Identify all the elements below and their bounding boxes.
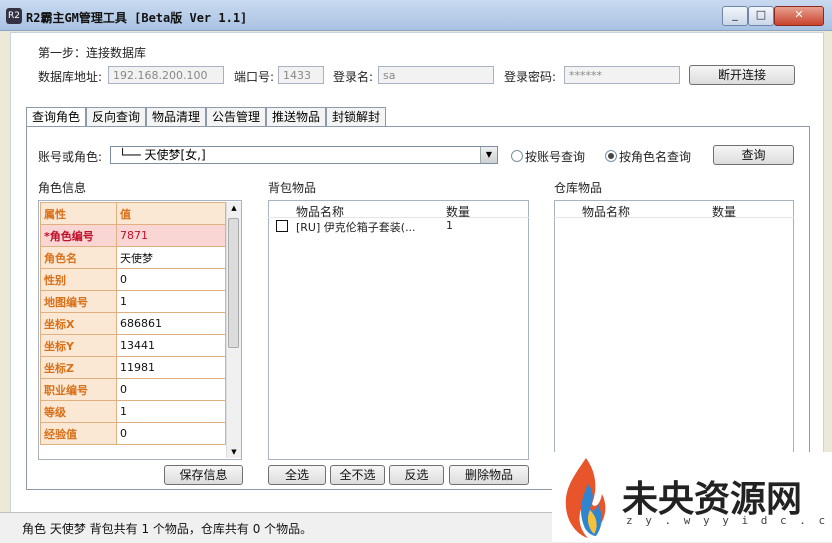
column-header-value: 值: [116, 202, 226, 225]
step1-heading: 第一步：连接数据库: [38, 46, 147, 60]
property-value[interactable]: 13441: [116, 334, 226, 357]
title-bar[interactable]: R2 R2霸主GM管理工具 [Beta版 Ver 1.1] _ □ ✕: [0, 0, 832, 31]
property-key: 坐标X: [40, 312, 117, 335]
table-row[interactable]: 职业编号 0: [40, 378, 226, 401]
tab-announcement[interactable]: 公告管理: [206, 107, 266, 126]
close-icon: ✕: [794, 8, 804, 21]
app-icon: R2: [6, 8, 22, 24]
combo-value: └── 天使梦[女,]: [119, 148, 206, 162]
tab-ban-unban[interactable]: 封锁解封: [326, 107, 386, 126]
scroll-down-icon[interactable]: ▼: [227, 446, 241, 458]
role-property-table: 属性 值 *角色编号 7871 角色名 天使梦 性别 0 地图编号 1 坐标X …: [40, 202, 226, 445]
property-key: 职业编号: [40, 378, 117, 401]
table-row[interactable]: 经验值 0: [40, 422, 226, 445]
port-label: 端口号:: [234, 70, 275, 84]
table-row[interactable]: 地图编号 1: [40, 290, 226, 313]
property-key: 角色名: [40, 246, 117, 269]
db-address-input[interactable]: 192.168.200.100: [108, 66, 224, 84]
scrollbar-thumb[interactable]: [228, 218, 239, 348]
radio-by-role[interactable]: [605, 150, 617, 162]
property-key: 经验值: [40, 422, 117, 445]
delete-items-button[interactable]: 删除物品: [449, 465, 529, 485]
table-row[interactable]: 坐标X 686861: [40, 312, 226, 335]
account-role-combo[interactable]: └── 天使梦[女,] ▼: [110, 146, 498, 164]
disconnect-button[interactable]: 断开连接: [689, 65, 795, 85]
backpack-list: [268, 200, 529, 460]
property-value[interactable]: 1: [116, 400, 226, 423]
scroll-up-icon[interactable]: ▲: [227, 202, 241, 214]
property-value[interactable]: 1: [116, 290, 226, 313]
watermark-logo: 未央资源网 z y . w y y i d c . c n: [552, 452, 832, 542]
table-row[interactable]: *角色编号 7871: [40, 224, 226, 247]
warehouse-title: 仓库物品: [554, 181, 603, 195]
warehouse-list: [554, 200, 794, 460]
property-value[interactable]: 0: [116, 378, 226, 401]
property-key: 坐标Y: [40, 334, 117, 357]
password-input[interactable]: ******: [564, 66, 680, 84]
table-row[interactable]: 角色名 天使梦: [40, 246, 226, 269]
tab-reverse-query[interactable]: 反向查询: [86, 107, 146, 126]
table-row[interactable]: 坐标Z 11981: [40, 356, 226, 379]
column-header-attribute: 属性: [40, 202, 117, 225]
property-key: 地图编号: [40, 290, 117, 313]
login-name-input[interactable]: sa: [378, 66, 494, 84]
query-button[interactable]: 查询: [713, 145, 794, 165]
property-value[interactable]: 0: [116, 268, 226, 291]
table-row[interactable]: 性别 0: [40, 268, 226, 291]
db-address-label: 数据库地址:: [38, 70, 103, 84]
property-key: 性别: [40, 268, 117, 291]
radio-by-account[interactable]: [511, 150, 523, 162]
password-label: 登录密码:: [504, 70, 557, 84]
property-value[interactable]: 0: [116, 422, 226, 445]
list-header-divider: [268, 217, 529, 218]
table-row[interactable]: 等级 1: [40, 400, 226, 423]
minimize-icon: _: [732, 8, 738, 21]
chevron-down-icon[interactable]: ▼: [480, 147, 497, 163]
save-info-button[interactable]: 保存信息: [164, 465, 243, 485]
close-button[interactable]: ✕: [774, 6, 824, 26]
item-checkbox[interactable]: [276, 220, 288, 232]
property-value[interactable]: 7871: [116, 224, 226, 247]
flame-logo-icon: [565, 458, 606, 538]
property-value[interactable]: 11981: [116, 356, 226, 379]
role-table-scrollbar[interactable]: ▲ ▼: [226, 202, 241, 458]
property-value[interactable]: 686861: [116, 312, 226, 335]
radio-by-role-label[interactable]: 按角色名查询: [619, 148, 691, 165]
maximize-icon: □: [755, 8, 767, 21]
backpack-title: 背包物品: [268, 181, 317, 195]
login-name-label: 登录名:: [333, 70, 374, 84]
maximize-button[interactable]: □: [748, 6, 774, 26]
minimize-button[interactable]: _: [722, 6, 748, 26]
account-or-role-label: 账号或角色:: [38, 150, 103, 164]
table-header-row: 属性 值: [40, 202, 226, 225]
property-key: 坐标Z: [40, 356, 117, 379]
list-header-divider: [554, 217, 794, 218]
port-input[interactable]: 1433: [278, 66, 324, 84]
property-value[interactable]: 天使梦: [116, 246, 226, 269]
table-row[interactable]: 坐标Y 13441: [40, 334, 226, 357]
tab-query-role[interactable]: 查询角色: [26, 107, 86, 127]
select-all-button[interactable]: 全选: [268, 465, 326, 485]
property-key: *角色编号: [40, 224, 117, 247]
tab-push-items[interactable]: 推送物品: [266, 107, 326, 126]
radio-by-account-label[interactable]: 按账号查询: [525, 148, 585, 165]
select-none-button[interactable]: 全不选: [330, 465, 385, 485]
backpack-item-qty: 1: [446, 219, 453, 232]
invert-selection-button[interactable]: 反选: [389, 465, 444, 485]
property-key: 等级: [40, 400, 117, 423]
role-info-title: 角色信息: [38, 181, 87, 195]
app-window: R2 R2霸主GM管理工具 [Beta版 Ver 1.1] _ □ ✕ 第一步：…: [0, 0, 832, 543]
backpack-item-name[interactable]: [RU] 伊克伦箱子套装(...: [296, 219, 416, 235]
tab-item-cleanup[interactable]: 物品清理: [146, 107, 206, 126]
window-title: R2霸主GM管理工具 [Beta版 Ver 1.1]: [26, 11, 248, 25]
watermark-url: z y . w y y i d c . c n: [626, 514, 832, 527]
status-text: 角色 天使梦 背包共有 1 个物品，仓库共有 0 个物品。: [22, 522, 313, 536]
